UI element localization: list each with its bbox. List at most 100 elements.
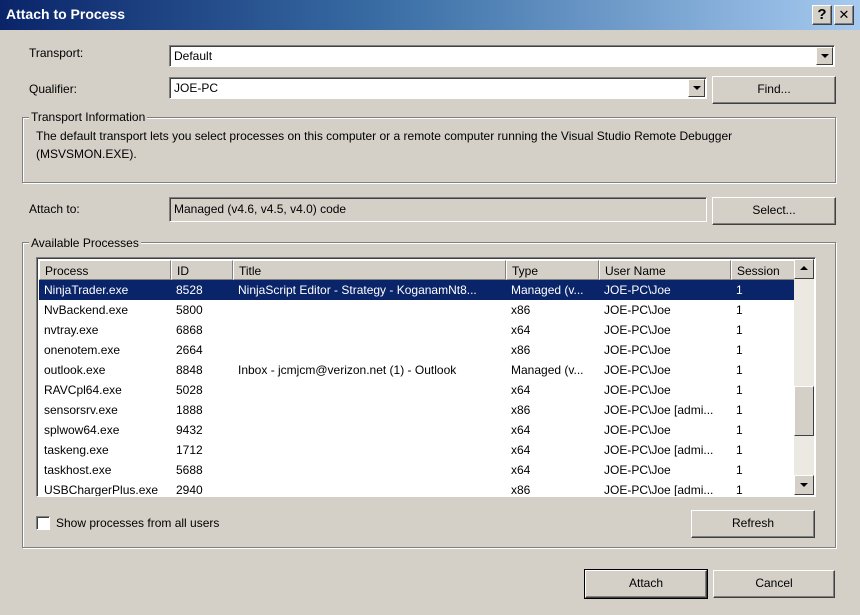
column-header-process[interactable]: Process [39, 260, 171, 280]
process-row[interactable]: taskhost.exe 5688 x64 JOE-PC\Joe 1 [39, 460, 795, 480]
cell-user-name: JOE-PC\Joe [604, 363, 671, 377]
transport-info-title: Transport Information [29, 110, 148, 124]
process-row[interactable]: RAVCpl64.exe 5028 x64 JOE-PC\Joe 1 [39, 380, 795, 400]
cell-user-name: JOE-PC\Joe [admi... [604, 483, 714, 497]
cell-type: x86 [511, 343, 531, 357]
cell-process: USBChargerPlus.exe [44, 483, 159, 497]
cell-type: x86 [511, 483, 531, 497]
cell-session: 1 [736, 463, 743, 477]
cell-type: x64 [511, 423, 531, 437]
attach-button[interactable]: Attach [584, 569, 708, 599]
cell-session: 1 [736, 303, 743, 317]
cell-user-name: JOE-PC\Joe [604, 303, 671, 317]
cell-id: 2940 [176, 483, 203, 497]
process-row[interactable]: sensorsrv.exe 1888 x86 JOE-PC\Joe [admi... 1 [39, 400, 795, 420]
show-all-users-label: Show processes from all users [56, 516, 220, 530]
cell-process: RAVCpl64.exe [44, 383, 122, 397]
cell-session: 1 [736, 483, 743, 497]
cell-id: 6868 [176, 323, 203, 337]
qualifier-combobox[interactable]: JOE-PC [169, 77, 707, 99]
qualifier-value: JOE-PC [174, 81, 219, 95]
process-list-header: Process ID Title Type User Name Session [39, 260, 795, 280]
help-button[interactable]: ? [812, 5, 832, 25]
cell-process: onenotem.exe [44, 343, 121, 357]
cell-user-name: JOE-PC\Joe [admi... [604, 443, 714, 457]
cell-session: 1 [736, 283, 743, 297]
cell-user-name: JOE-PC\Joe [604, 343, 671, 357]
cell-id: 1888 [176, 403, 203, 417]
column-header-title[interactable]: Title [233, 260, 506, 280]
process-row[interactable]: outlook.exe 8848 Inbox - jcmjcm@verizon.ne… [39, 360, 795, 380]
attach-to-label: Attach to: [29, 202, 80, 216]
chevron-down-icon[interactable] [816, 47, 833, 65]
cell-process: taskhost.exe [44, 463, 112, 477]
cell-type: x86 [511, 403, 531, 417]
transport-dropdown[interactable]: Default [169, 45, 835, 67]
cell-process: splwow64.exe [44, 423, 120, 437]
process-row[interactable]: NinjaTrader.exe 8528 NinjaScript Editor - … [39, 280, 795, 300]
cell-session: 1 [736, 443, 743, 457]
cell-process: taskeng.exe [44, 443, 109, 457]
cell-id: 1712 [176, 443, 203, 457]
scrollbar-thumb[interactable] [794, 385, 814, 436]
cell-id: 8528 [176, 283, 203, 297]
select-button[interactable]: Select... [712, 197, 836, 225]
cell-id: 5028 [176, 383, 203, 397]
cell-session: 1 [736, 363, 743, 377]
process-row[interactable]: splwow64.exe 9432 x64 JOE-PC\Joe 1 [39, 420, 795, 440]
cell-type: Managed (v... [511, 363, 584, 377]
cell-id: 5688 [176, 463, 203, 477]
transport-info-line-1: The default transport lets you select pr… [36, 129, 733, 143]
title-bar: Attach to Process ? ✕ [0, 0, 860, 30]
window-title: Attach to Process [6, 6, 126, 22]
column-header-type[interactable]: Type [506, 260, 599, 280]
show-all-users-checkbox[interactable] [36, 516, 50, 530]
cell-id: 2664 [176, 343, 203, 357]
transport-info-text: The default transport lets you select pr… [36, 127, 826, 163]
cell-session: 1 [736, 383, 743, 397]
cell-session: 1 [736, 423, 743, 437]
column-header-user-name[interactable]: User Name [599, 260, 731, 280]
cell-type: x64 [511, 383, 531, 397]
cell-id: 8848 [176, 363, 203, 377]
scroll-up-arrow-icon[interactable] [794, 259, 814, 279]
cell-user-name: JOE-PC\Joe [604, 383, 671, 397]
cell-type: x86 [511, 303, 531, 317]
cell-session: 1 [736, 343, 743, 357]
scroll-down-arrow-icon[interactable] [794, 475, 814, 495]
process-row[interactable]: onenotem.exe 2664 x86 JOE-PC\Joe 1 [39, 340, 795, 360]
attach-to-field: Managed (v4.6, v4.5, v4.0) code [169, 197, 707, 222]
process-row[interactable]: NvBackend.exe 5800 x86 JOE-PC\Joe 1 [39, 300, 795, 320]
process-row[interactable]: nvtray.exe 6868 x64 JOE-PC\Joe 1 [39, 320, 795, 340]
column-header-session[interactable]: Session [731, 260, 795, 280]
transport-label: Transport: [29, 46, 84, 60]
cell-id: 5800 [176, 303, 203, 317]
vertical-scrollbar[interactable] [794, 259, 814, 495]
refresh-button[interactable]: Refresh [691, 510, 815, 538]
transport-info-line-2: (MSVSMON.EXE). [36, 147, 137, 161]
cell-user-name: JOE-PC\Joe [admi... [604, 403, 714, 417]
cell-process: outlook.exe [44, 363, 106, 377]
cell-process: NinjaTrader.exe [44, 283, 129, 297]
chevron-down-icon[interactable] [688, 79, 705, 97]
column-header-id[interactable]: ID [171, 260, 233, 280]
process-row[interactable]: taskeng.exe 1712 x64 JOE-PC\Joe [admi... 1 [39, 440, 795, 460]
process-list[interactable]: Process ID Title Type User Name Session Ninja… [36, 257, 816, 497]
process-row[interactable]: USBChargerPlus.exe 2940 x86 JOE-PC\Joe [adm… [39, 480, 795, 497]
cell-user-name: JOE-PC\Joe [604, 463, 671, 477]
close-button[interactable]: ✕ [834, 5, 854, 25]
cell-id: 9432 [176, 423, 203, 437]
cell-title: NinjaScript Editor - Strategy - KoganamN… [238, 283, 477, 297]
qualifier-label: Qualifier: [29, 82, 78, 96]
find-button[interactable]: Find... [712, 76, 836, 104]
cell-user-name: JOE-PC\Joe [604, 323, 671, 337]
process-list-body: NinjaTrader.exe 8528 NinjaScript Editor - … [39, 280, 795, 497]
cell-user-name: JOE-PC\Joe [604, 283, 671, 297]
cancel-button[interactable]: Cancel [713, 570, 835, 598]
cell-process: NvBackend.exe [44, 303, 129, 317]
available-processes-title: Available Processes [29, 236, 141, 250]
cell-type: x64 [511, 443, 531, 457]
cell-process: sensorsrv.exe [44, 403, 118, 417]
cell-type: x64 [511, 323, 531, 337]
cell-type: x64 [511, 463, 531, 477]
